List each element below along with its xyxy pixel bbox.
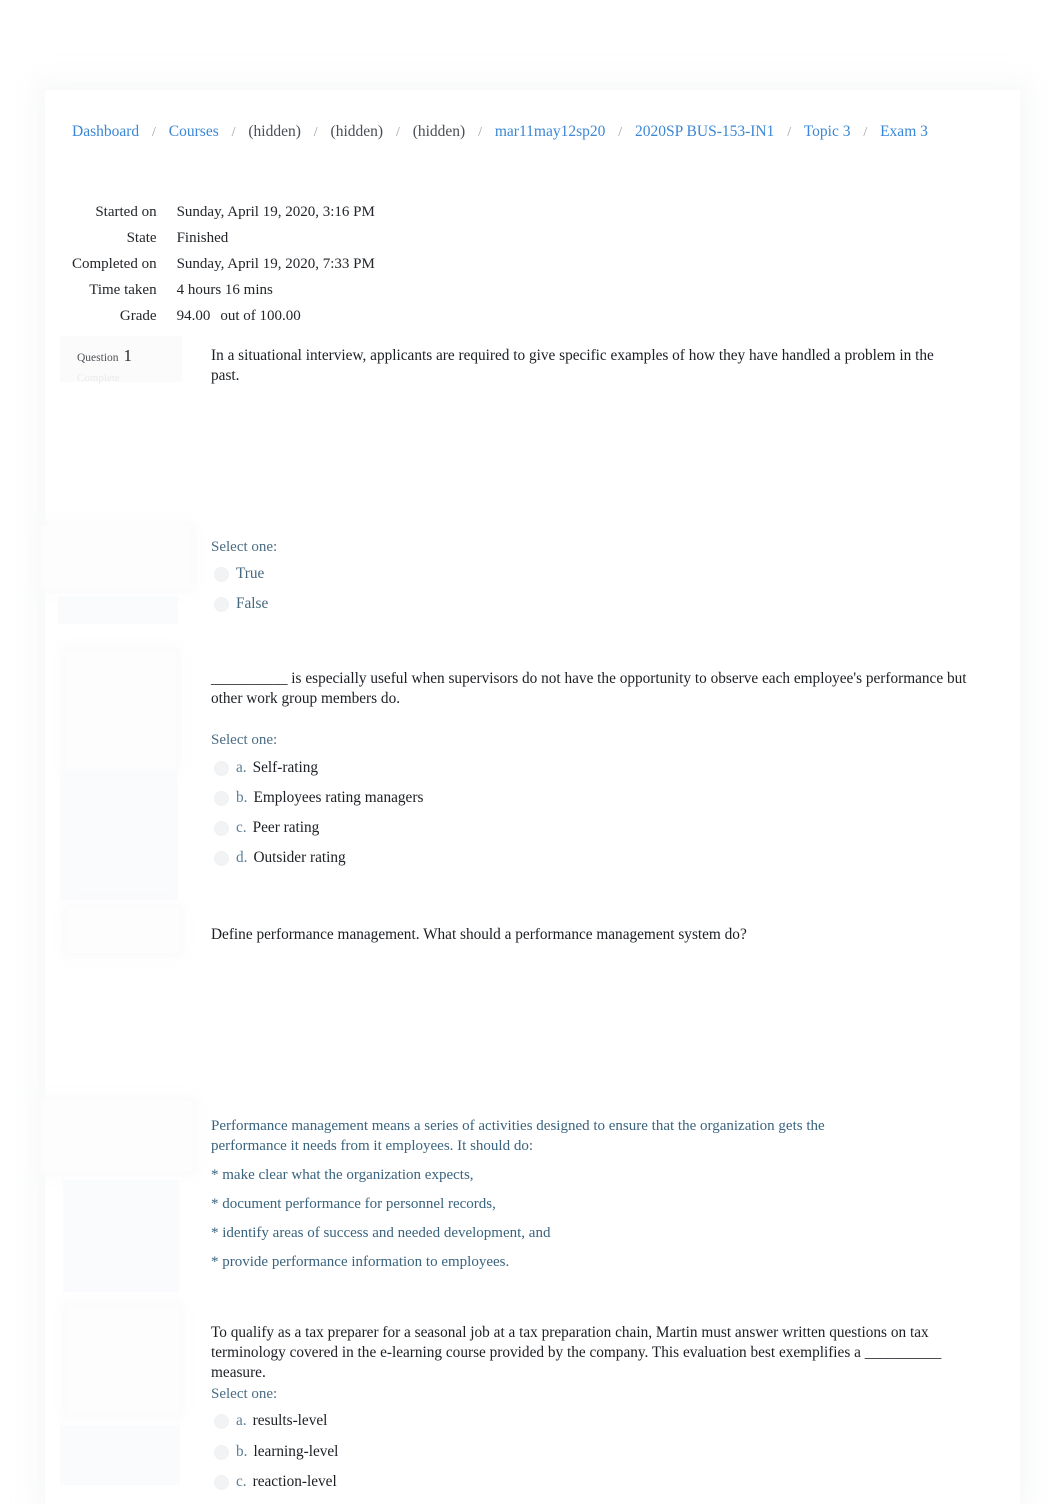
summary-value-grade: 94.00 out of 100.00 (177, 308, 375, 334)
breadcrumb-item-hidden-2: (hidden) (330, 123, 384, 140)
summary-label-state: State (126, 230, 157, 246)
question-3-text: Define performance management. What shou… (211, 926, 747, 943)
breadcrumb-separator: / (395, 125, 400, 140)
radio-icon[interactable] (214, 851, 229, 866)
table-row: Started on Sunday, April 19, 2020, 3:16 … (72, 204, 375, 230)
question-1-option-true[interactable]: True (214, 565, 264, 583)
option-label: Self-rating (252, 759, 319, 776)
summary-label-time-taken: Time taken (89, 282, 157, 298)
question-4-select-prompt: Select one: (211, 1386, 278, 1402)
quiz-attempt-summary-table: Started on Sunday, April 19, 2020, 3:16 … (72, 204, 375, 334)
breadcrumb-item-course[interactable]: 2020SP BUS-153-IN1 (635, 123, 774, 140)
summary-label-completed-on: Completed on (72, 256, 157, 272)
option-label: reaction-level (252, 1473, 337, 1490)
question-2-select-prompt: Select one: (211, 732, 278, 748)
breadcrumb: Dashboard / Courses / (hidden) / (hidden… (72, 122, 972, 143)
question-1-option-false[interactable]: False (214, 595, 268, 613)
question-info-ghost-bar (60, 1425, 180, 1485)
radio-icon[interactable] (214, 761, 229, 776)
question-2-text: __________ is especially useful when sup… (211, 670, 967, 707)
question-info-ghost-box (40, 525, 192, 589)
option-label: False (236, 595, 269, 612)
table-row: Completed on Sunday, April 19, 2020, 7:3… (72, 256, 375, 282)
breadcrumb-separator: / (152, 125, 156, 140)
breadcrumb-separator: / (863, 125, 868, 140)
question-1-text: In a situational interview, applicants a… (211, 347, 934, 384)
question-4-option-c[interactable]: c. reaction-level (214, 1473, 337, 1491)
question-4-option-b[interactable]: b. learning-level (214, 1443, 338, 1461)
radio-icon[interactable] (214, 567, 229, 582)
option-letter: a. (236, 1412, 247, 1429)
radio-icon[interactable] (214, 1414, 229, 1429)
question-number: 1 (123, 346, 133, 365)
option-letter: a. (236, 759, 247, 776)
breadcrumb-separator: / (231, 125, 236, 140)
breadcrumb-item-dashboard[interactable]: Dashboard (72, 123, 139, 140)
summary-value-started-on: Sunday, April 19, 2020, 3:16 PM (176, 204, 375, 220)
breadcrumb-item-hidden-3: (hidden) (412, 123, 466, 140)
question-2-option-a[interactable]: a. Self-rating (214, 759, 318, 777)
grade-score: 94.00 (176, 308, 211, 324)
summary-value-time-taken: 4 hours 16 mins (176, 282, 273, 298)
question-info-ghost-box (40, 1100, 194, 1172)
option-label: True (236, 565, 265, 582)
radio-icon[interactable] (214, 597, 229, 612)
question-1-info-box: Question 1 Complete (60, 336, 182, 384)
question-3-answer: Performance management means a series of… (211, 1116, 901, 1281)
option-letter: c. (236, 819, 247, 836)
option-label: results-level (252, 1412, 328, 1429)
question-2-option-d[interactable]: d. Outsider rating (214, 849, 346, 867)
question-info-ghost-bar (58, 596, 178, 624)
breadcrumb-separator: / (313, 125, 318, 140)
summary-value-state: Finished (176, 230, 229, 246)
option-letter: b. (236, 789, 248, 806)
option-letter: d. (236, 849, 248, 866)
radio-icon[interactable] (214, 791, 229, 806)
question-info-ghost-box (66, 908, 180, 954)
option-label: Outsider rating (253, 849, 346, 866)
summary-value-completed-on: Sunday, April 19, 2020, 7:33 PM (176, 256, 375, 272)
answer-paragraph: * make clear what the organization expec… (211, 1167, 474, 1183)
radio-icon[interactable] (214, 1475, 229, 1490)
radio-icon[interactable] (214, 821, 229, 836)
answer-paragraph: * document performance for personnel rec… (211, 1196, 496, 1212)
breadcrumb-item-hidden-1: (hidden) (248, 123, 301, 140)
question-2-option-c[interactable]: c. Peer rating (214, 819, 319, 837)
option-label: Employees rating managers (253, 789, 424, 806)
radio-icon[interactable] (214, 1445, 229, 1460)
question-info-ghost-bar (60, 770, 178, 900)
question-4-option-a[interactable]: a. results-level (214, 1412, 327, 1430)
breadcrumb-item-topic[interactable]: Topic 3 (804, 123, 851, 140)
table-row: Time taken 4 hours 16 mins (72, 282, 375, 308)
option-label: Peer rating (252, 819, 320, 836)
question-2-option-b[interactable]: b. Employees rating managers (214, 789, 423, 807)
option-letter: c. (236, 1473, 247, 1490)
answer-paragraph: * provide performance information to emp… (211, 1254, 510, 1270)
breadcrumb-item-category[interactable]: mar11may12sp20 (495, 123, 606, 140)
table-row: Grade 94.00 out of 100.00 (72, 308, 375, 334)
breadcrumb-separator: / (787, 125, 792, 140)
question-state-label: Complete (77, 372, 120, 384)
breadcrumb-item-exam[interactable]: Exam 3 (880, 123, 928, 140)
answer-paragraph: Performance management means a series of… (211, 1118, 825, 1154)
question-word-label: Question (77, 352, 119, 364)
question-info-ghost-box (66, 1305, 180, 1415)
question-1-select-prompt: Select one: (211, 539, 278, 555)
breadcrumb-item-courses[interactable]: Courses (169, 123, 219, 140)
question-4-text: To qualify as a tax preparer for a seaso… (211, 1324, 942, 1381)
question-info-ghost-bar (63, 1180, 179, 1292)
table-row: State Finished (72, 230, 375, 256)
option-label: learning-level (253, 1443, 339, 1460)
breadcrumb-separator: / (478, 125, 482, 140)
breadcrumb-separator: / (618, 125, 623, 140)
answer-paragraph: * identify areas of success and needed d… (211, 1225, 551, 1241)
grade-out-of: out of 100.00 (220, 308, 301, 324)
summary-label-started-on: Started on (95, 204, 157, 220)
question-number-line: Question 1 (77, 346, 132, 366)
option-letter: b. (236, 1443, 248, 1460)
summary-label-grade: Grade (119, 308, 157, 324)
question-info-ghost-box (65, 650, 177, 770)
